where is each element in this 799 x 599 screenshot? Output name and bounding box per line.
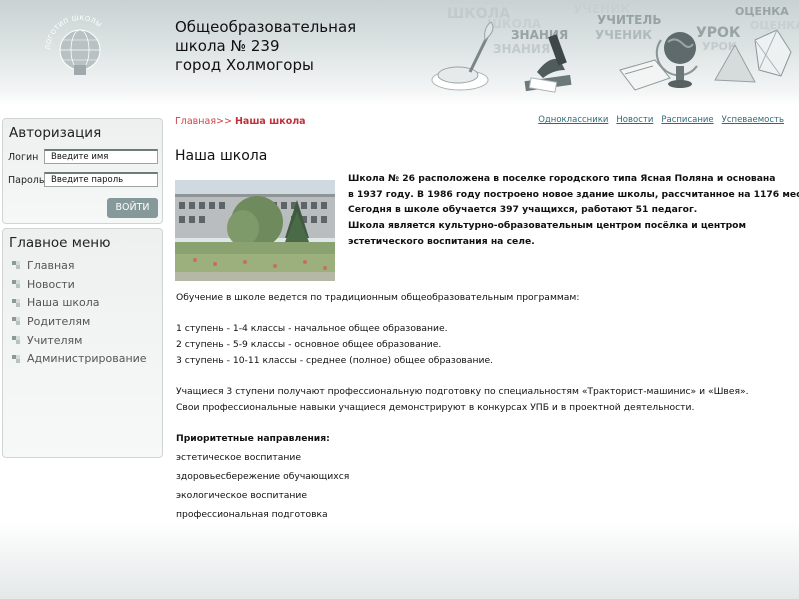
intro-line: в 1937 году. В 1986 году построено новое…: [348, 188, 799, 200]
toplink-schedule[interactable]: Расписание: [661, 115, 713, 125]
header: ЛОГОТИП ШКОЛЫ Общеобразовательная школа …: [0, 0, 799, 106]
intro-line: эстетического воспитания на селе.: [348, 235, 535, 247]
menu-item-label: Наша школа: [27, 296, 100, 310]
site-title: Общеобразовательная школа № 239 город Хо…: [175, 18, 395, 75]
menu-item-label: Учителям: [27, 333, 83, 347]
toplink-classmates[interactable]: Одноклассники: [538, 115, 608, 125]
menu-bullet-icon: [12, 317, 20, 326]
priority-item: эстетическое воспитание: [176, 452, 301, 463]
header-collage: ШКОЛА ШКОЛА ЗНАНИЯ ЗНАНИЯ УЧЕНИК УЧИТЕЛЬ…: [425, 0, 799, 106]
book-icon: [619, 59, 671, 91]
password-input[interactable]: Введите пароль: [44, 172, 158, 187]
site-title-line-1: Общеобразовательная: [175, 18, 357, 36]
school-items-illustration: [431, 21, 792, 93]
site-title-line-2: школа № 239: [175, 37, 280, 55]
school-logo[interactable]: ЛОГОТИП ШКОЛЫ: [40, 10, 120, 90]
breadcrumb-home-link[interactable]: Главная>>: [175, 116, 235, 127]
top-links: Одноклассники Новости Расписание Успевае…: [538, 115, 784, 125]
intro-line: Школа № 26 расположена в поселке городск…: [348, 173, 776, 184]
priority-item: здоровьесбережение обучающихся: [176, 471, 350, 482]
priority-item: профессиональная подготовка: [176, 509, 328, 520]
intro-line: Сегодня в школе обучается 397 учащихся, …: [348, 204, 698, 216]
intro-text: Школа № 26 расположена в поселке городск…: [348, 171, 799, 250]
menu-item-label: Родителям: [27, 314, 91, 328]
menu-title: Главное меню: [9, 235, 111, 251]
programs-intro: Обучение в школе ведется по традиционным…: [176, 292, 580, 303]
menu-bullet-icon: [12, 336, 20, 345]
breadcrumb-current: Наша школа: [234, 116, 306, 127]
login-label: Логин: [8, 152, 39, 163]
menu-item-parents[interactable]: Родителям: [11, 312, 147, 331]
toplink-news[interactable]: Новости: [616, 115, 653, 125]
login-input[interactable]: Введите имя: [44, 149, 158, 164]
intro-line: Школа является культурно-образовательным…: [348, 220, 746, 232]
menu-item-admin[interactable]: Администрирование: [11, 349, 147, 368]
priorities-title: Приоритетные направления:: [176, 433, 330, 444]
menu-item-label: Главная: [27, 258, 75, 272]
menu-item-label: Администрирование: [27, 352, 147, 366]
menu-bullet-icon: [12, 261, 20, 270]
menu-bullet-icon: [12, 354, 20, 363]
level-line: 2 ступень - 5-9 классы - основное общее …: [176, 339, 442, 350]
level-line: 3 ступень - 10-11 классы - среднее (полн…: [176, 355, 494, 366]
menu-item-news[interactable]: Новости: [11, 275, 147, 294]
level-line: 1 ступень - 1-4 классы - начальное общее…: [176, 323, 448, 334]
menu-bullet-icon: [12, 280, 20, 289]
toplink-grades[interactable]: Успеваемость: [722, 115, 784, 125]
menu-item-teachers[interactable]: Учителям: [11, 331, 147, 350]
professional-line: Свои профессиональные навыки учащиеся де…: [176, 402, 695, 413]
auth-title: Авторизация: [9, 125, 102, 141]
page-title: Наша школа: [175, 148, 268, 164]
breadcrumb: Главная>> Наша школа: [175, 116, 306, 127]
microscope-icon: [524, 34, 572, 93]
menu-list: Главная Новости Наша школа Родителям Учи…: [11, 256, 147, 368]
menu-item-home[interactable]: Главная: [11, 256, 147, 275]
inkpot-icon: [431, 21, 494, 91]
password-label: Пароль: [8, 175, 45, 186]
geometric-shapes-icon: [714, 29, 792, 83]
auth-panel: Авторизация Логин Введите имя Пароль Вве…: [2, 118, 163, 224]
main-menu: Главное меню Главная Новости Наша школа …: [2, 228, 163, 458]
login-button[interactable]: ВОЙТИ: [107, 198, 158, 218]
menu-item-label: Новости: [27, 277, 75, 291]
school-building-photo: [175, 180, 335, 281]
priority-item: экологическое воспитание: [176, 490, 308, 501]
site-title-line-3: город Холмогоры: [175, 56, 314, 74]
menu-bullet-icon: [12, 298, 20, 307]
professional-line: Учащиеся 3 ступени получают профессионал…: [176, 386, 749, 397]
menu-item-our-school[interactable]: Наша школа: [11, 293, 147, 312]
